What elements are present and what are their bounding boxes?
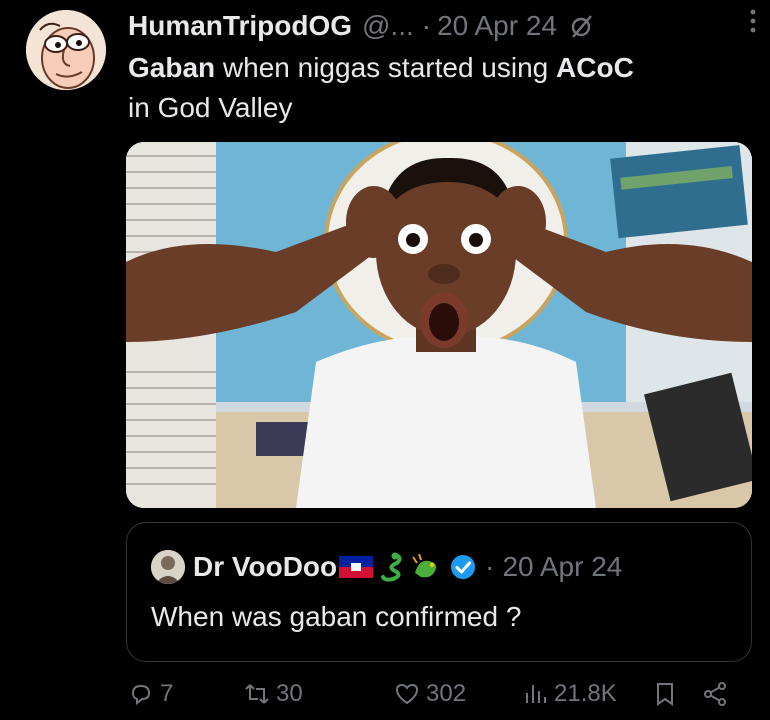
tweet-text: Gaban when niggas started using ACoC in …: [128, 48, 748, 128]
quoted-separator-dot: ·: [485, 551, 495, 582]
snake-icon: [381, 552, 402, 582]
views-button[interactable]: 21.8K: [522, 676, 617, 712]
shocked-man-photo: [126, 142, 752, 508]
bookmark-button[interactable]: [652, 676, 678, 712]
quoted-author-name[interactable]: Dr VooDoo: [193, 551, 337, 583]
bookmark-icon: [657, 683, 673, 706]
tweet-media-photo[interactable]: [126, 142, 752, 508]
retweet-icon: [245, 684, 269, 704]
bar-chart-icon: [526, 685, 546, 703]
reply-icon: [131, 684, 151, 706]
haiti-flag-icon: [339, 556, 374, 578]
person-avatar-icon: [151, 550, 185, 584]
tweet-actions: 7 30 302 21.8K: [128, 676, 748, 712]
author-name[interactable]: HumanTripodOG: [128, 10, 352, 42]
more-options-icon[interactable]: [742, 8, 764, 34]
like-count: 302: [426, 680, 467, 707]
separator-dot: ·: [421, 10, 432, 41]
grok-icon[interactable]: [569, 13, 595, 39]
author-handle[interactable]: @...: [362, 10, 414, 42]
tweet-header: HumanTripodOG @... · 20 Apr 24: [128, 6, 750, 46]
dragon-icon: [412, 553, 437, 578]
reply-button[interactable]: 7: [128, 676, 173, 712]
heart-icon: [395, 683, 419, 705]
tweet-text-line-2: in God Valley: [128, 92, 293, 123]
share-icon: [704, 682, 726, 706]
view-count: 21.8K: [554, 680, 617, 707]
quoted-tweet[interactable]: Dr VooDoo · 20 Apr 24 When was gaban con…: [126, 522, 752, 662]
author-avatar[interactable]: [26, 10, 106, 90]
quoted-author-avatar[interactable]: [151, 550, 185, 584]
tweet-text-bold-1: Gaban: [128, 52, 216, 83]
retweet-count: 30: [276, 680, 303, 707]
retweet-button[interactable]: 30: [244, 676, 303, 712]
tweet: HumanTripodOG @... · 20 Apr 24 Gaban whe…: [0, 0, 770, 720]
share-button[interactable]: [702, 676, 728, 712]
tweet-text-bold-2: ACoC: [556, 52, 634, 83]
quoted-tweet-text: When was gaban confirmed ?: [151, 601, 522, 632]
quoted-tweet-header: Dr VooDoo · 20 Apr 24: [151, 549, 622, 585]
like-button[interactable]: 302: [394, 676, 466, 712]
quoted-tweet-date[interactable]: 20 Apr 24: [502, 551, 622, 583]
tweet-text-middle: when niggas started using: [215, 52, 557, 83]
verified-badge-icon: [451, 555, 476, 579]
reply-count: 7: [160, 680, 174, 707]
tweet-date[interactable]: 20 Apr 24: [437, 10, 557, 42]
cartoon-face-avatar-icon: [26, 10, 106, 90]
